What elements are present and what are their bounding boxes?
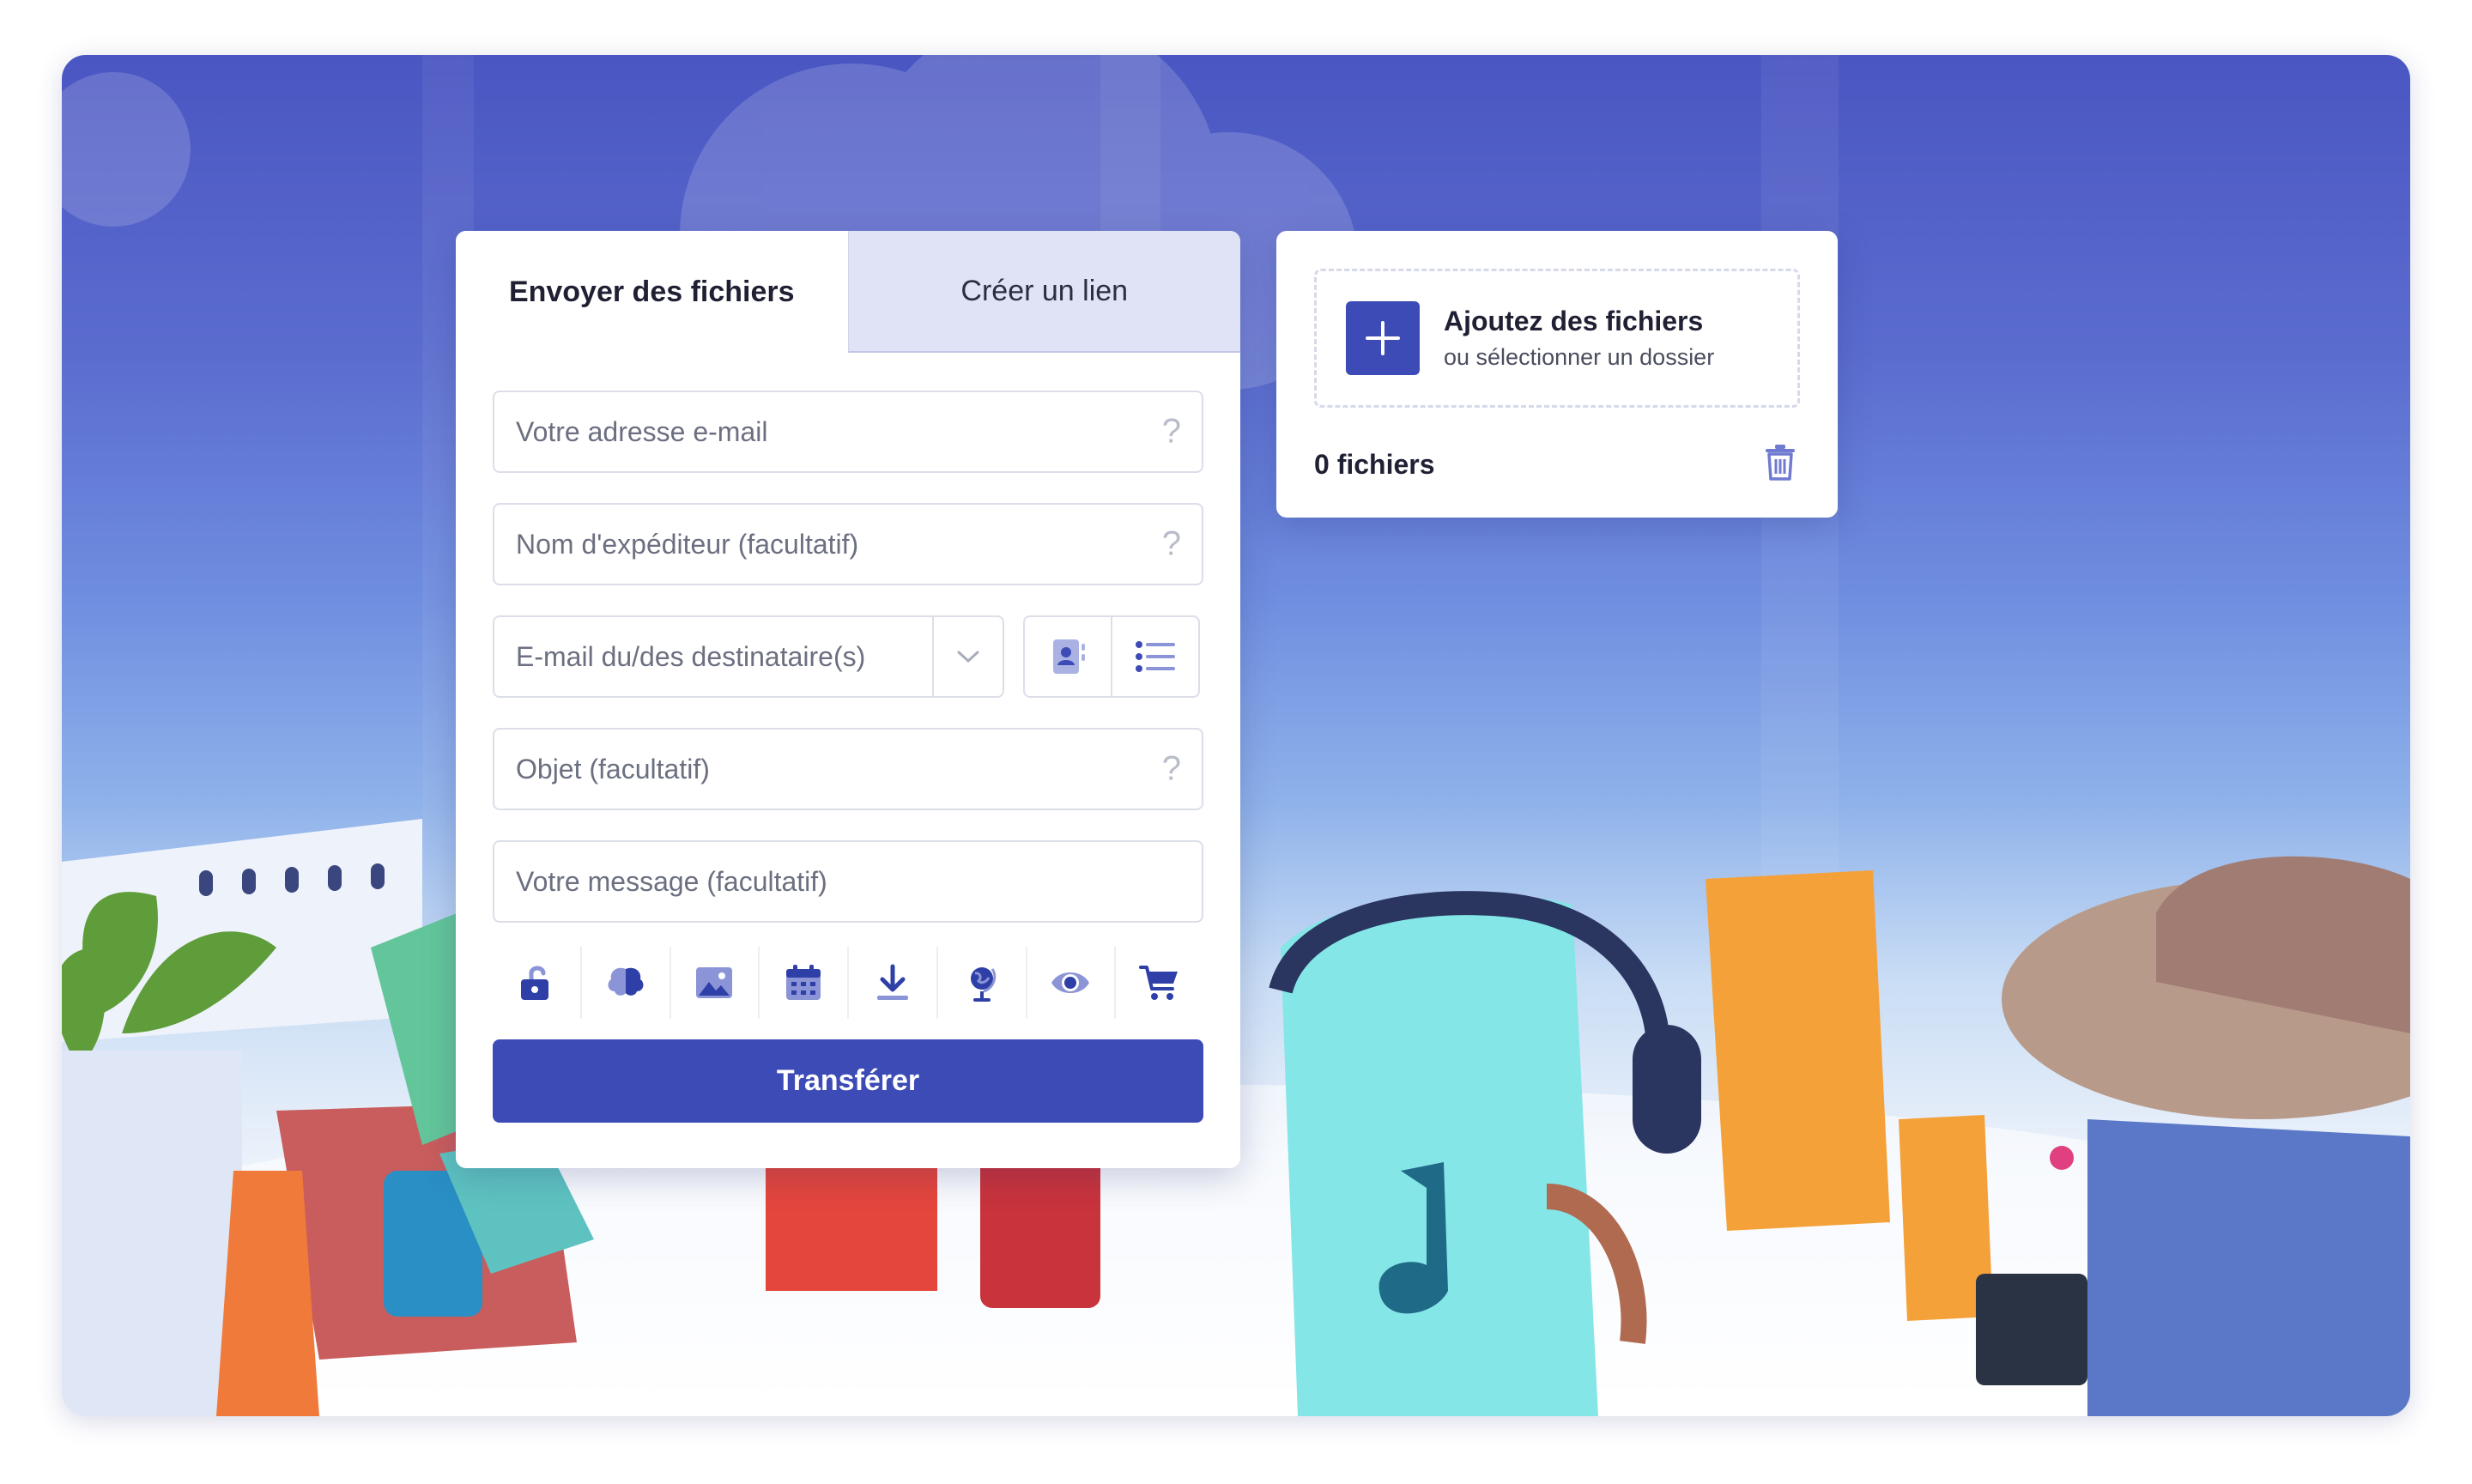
- lock-icon: [520, 966, 548, 1000]
- message-field[interactable]: Votre message (facultatif): [493, 840, 1203, 923]
- brain-icon: [608, 967, 644, 996]
- sender-name-placeholder: Nom d'expéditeur (facultatif): [516, 528, 859, 560]
- dropzone-text: Ajoutez des fichiers ou sélectionner un …: [1444, 306, 1714, 371]
- address-book-icon: [1053, 639, 1085, 674]
- tab-send-files[interactable]: Envoyer des fichiers: [456, 231, 848, 353]
- cart-icon: [1139, 966, 1178, 1000]
- file-count: 0 fichiers: [1314, 449, 1435, 480]
- delete-all-button[interactable]: [1764, 444, 1796, 486]
- list-icon: [1136, 641, 1175, 672]
- language-option[interactable]: [936, 947, 1026, 1019]
- password-option[interactable]: [493, 947, 580, 1019]
- send-form-card: Envoyer des fichiers Créer un lien Votre…: [456, 231, 1240, 1168]
- eye-icon: [1051, 972, 1090, 993]
- transfer-button[interactable]: Transférer: [493, 1039, 1203, 1123]
- add-files-button[interactable]: [1346, 301, 1420, 375]
- app-window: Envoyer des fichiers Créer un lien Votre…: [62, 55, 2410, 1416]
- recipients-dropdown-button[interactable]: [932, 617, 1003, 696]
- help-icon[interactable]: ?: [1162, 525, 1181, 564]
- expiration-option[interactable]: [758, 947, 847, 1019]
- message-placeholder: Votre message (facultatif): [516, 865, 827, 897]
- download-limit-option[interactable]: [847, 947, 936, 1019]
- help-icon[interactable]: ?: [1162, 750, 1181, 789]
- subject-field[interactable]: Objet (facultatif) ?: [493, 728, 1203, 810]
- background-option[interactable]: [669, 947, 759, 1019]
- recipients-field[interactable]: E-mail du/des destinataire(s): [493, 615, 1004, 698]
- recipients-placeholder: E-mail du/des destinataire(s): [516, 640, 866, 672]
- add-files-dropzone[interactable]: Ajoutez des fichiers ou sélectionner un …: [1314, 269, 1800, 408]
- transfer-form: Votre adresse e-mail ? Nom d'expéditeur …: [456, 353, 1240, 1123]
- contacts-button[interactable]: [1025, 617, 1111, 696]
- options-toolbar: [493, 942, 1203, 1024]
- file-count-row: 0 fichiers: [1314, 444, 1796, 486]
- chevron-down-icon: [957, 651, 979, 663]
- subject-placeholder: Objet (facultatif): [516, 753, 710, 784]
- download-icon: [876, 964, 908, 1000]
- trash-icon: [1766, 445, 1795, 481]
- recipient-list-button[interactable]: [1111, 617, 1198, 696]
- sender-name-field[interactable]: Nom d'expéditeur (facultatif) ?: [493, 503, 1203, 585]
- tab-create-link[interactable]: Créer un lien: [847, 231, 1240, 353]
- tab-bar: Envoyer des fichiers Créer un lien: [456, 231, 1240, 353]
- email-field-placeholder: Votre adresse e-mail: [516, 415, 768, 447]
- select-folder-link[interactable]: ou sélectionner un dossier: [1444, 344, 1714, 371]
- recipient-tools: [1023, 615, 1200, 698]
- notification-option[interactable]: [579, 947, 670, 1019]
- calendar-icon: [786, 965, 821, 1000]
- email-field[interactable]: Votre adresse e-mail ?: [493, 391, 1203, 473]
- image-icon: [696, 967, 733, 998]
- recipients-row: E-mail du/des destinataire(s): [493, 615, 1203, 698]
- add-files-title: Ajoutez des fichiers: [1444, 306, 1704, 336]
- files-card: Ajoutez des fichiers ou sélectionner un …: [1276, 231, 1838, 518]
- help-icon[interactable]: ?: [1162, 413, 1181, 451]
- globe-icon: [970, 967, 996, 1002]
- paid-transfer-option[interactable]: [1114, 947, 1203, 1019]
- plus-icon: [1366, 321, 1400, 355]
- preview-option[interactable]: [1025, 947, 1115, 1019]
